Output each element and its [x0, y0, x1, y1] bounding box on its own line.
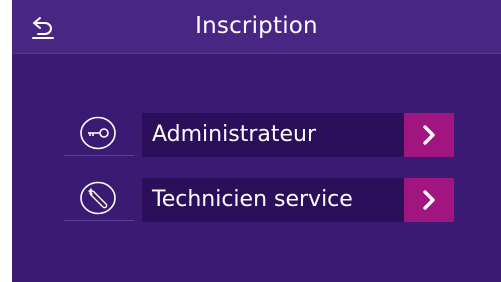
administrateur-button[interactable]: Administrateur — [142, 113, 454, 157]
row-divider — [64, 220, 134, 221]
label-panel: Administrateur — [142, 113, 404, 157]
label-panel: Technicien service — [142, 178, 404, 222]
chevron-right-icon — [423, 125, 435, 145]
menu-item-label: Administrateur — [152, 122, 316, 147]
technicien-service-arrow-button[interactable] — [404, 178, 454, 222]
row-icon-container — [64, 176, 134, 228]
administrateur-arrow-button[interactable] — [404, 113, 454, 157]
key-icon — [80, 116, 116, 150]
wrench-icon — [80, 181, 116, 215]
back-arrow-icon — [32, 17, 54, 39]
menu-item-label: Technicien service — [152, 187, 353, 212]
chevron-right-icon — [423, 190, 435, 210]
login-screen: Inscription Administrateur Technicien se… — [12, 0, 501, 282]
row-icon-container — [64, 111, 134, 163]
technicien-service-button[interactable]: Technicien service — [142, 178, 454, 222]
back-button[interactable] — [30, 14, 58, 40]
menu-item-technicien-service: Technicien service — [64, 176, 454, 228]
row-divider — [64, 155, 134, 156]
header-bar: Inscription — [12, 0, 501, 54]
page-title: Inscription — [195, 13, 318, 39]
menu-item-administrateur: Administrateur — [64, 111, 454, 163]
